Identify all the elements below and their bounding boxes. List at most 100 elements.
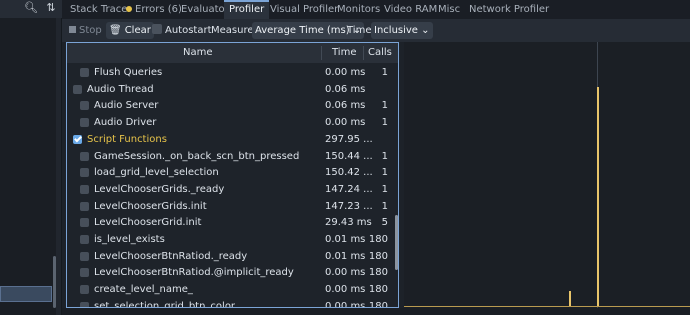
tree-row[interactable]: LevelChooserBtnRatiod.@implicit_ready 0.0… <box>67 265 398 281</box>
tree-row[interactable]: Script Functions 297.95 ... <box>67 132 398 148</box>
row-checkbox[interactable] <box>80 235 89 244</box>
left-dock-list <box>0 18 56 315</box>
row-name: LevelChooserGrids.init <box>94 200 207 212</box>
tab-label: Video RAM <box>384 4 438 15</box>
tree-row[interactable]: Audio Thread 0.06 ms <box>67 82 398 98</box>
time-value: Inclusive <box>374 25 418 36</box>
row-calls: 1 <box>381 167 388 179</box>
row-calls: 1 <box>381 183 388 195</box>
row-name: load_grid_level_selection <box>94 167 219 179</box>
row-name: set_selection_grid_btn_color <box>94 300 236 308</box>
tree-row[interactable]: LevelChooserGrid.init 29.43 ms 5 <box>67 215 398 231</box>
row-checkbox[interactable] <box>80 201 89 211</box>
row-checkbox[interactable] <box>80 184 89 194</box>
checkbox-icon <box>152 24 162 34</box>
row-checkbox[interactable] <box>80 101 89 111</box>
tab-profiler[interactable]: Profiler <box>224 0 270 19</box>
column-divider <box>363 46 364 60</box>
row-name: Audio Driver <box>94 117 157 129</box>
row-calls: 180 <box>368 284 388 296</box>
column-name-header[interactable]: Name <box>183 43 213 63</box>
row-checkbox[interactable] <box>73 84 82 94</box>
row-name: LevelChooserBtnRatiod.@implicit_ready <box>94 267 294 279</box>
sort-icon[interactable]: ⇅ <box>44 1 58 15</box>
stop-icon <box>69 26 76 33</box>
measure-value: Average Time (ms) <box>255 25 350 36</box>
row-name: create_level_name_ <box>94 284 193 296</box>
row-checkbox[interactable] <box>80 168 89 178</box>
tree-row[interactable]: load_grid_level_selection 150.42 ... 1 <box>67 165 398 181</box>
tree-row[interactable]: GameSession._on_back_scn_btn_pressed 150.… <box>67 149 398 165</box>
tab-label: Visual Profiler <box>270 4 339 15</box>
column-divider <box>321 46 322 60</box>
row-time: 0.01 ms <box>325 250 366 262</box>
search-icon[interactable]: 🔍︎ <box>24 1 38 15</box>
row-name: GameSession._on_back_scn_btn_pressed <box>94 150 300 162</box>
profiler-graph[interactable] <box>404 42 690 308</box>
tree-row[interactable]: LevelChooserGrids._ready 147.24 ... 1 <box>67 182 398 198</box>
tree-row[interactable]: LevelChooserGrids.init 147.23 ... 1 <box>67 199 398 215</box>
row-time: 0.00 ms <box>325 67 366 78</box>
row-calls: 180 <box>368 234 388 245</box>
row-checkbox[interactable] <box>80 118 89 128</box>
warning-dot-icon <box>126 6 132 12</box>
row-name: Audio Thread <box>87 83 154 95</box>
tab-monitors[interactable]: Monitors <box>332 0 385 19</box>
graph-bar <box>597 87 599 307</box>
row-calls: 1 <box>381 117 388 129</box>
tree-scrollbar[interactable] <box>395 215 398 270</box>
row-name: Script Functions <box>87 133 167 145</box>
row-time: 147.24 ... <box>325 183 373 195</box>
bottom-strip <box>62 308 690 315</box>
tree-row[interactable]: set_selection_grid_btn_color 0.00 ms 180 <box>67 299 398 308</box>
tab-misc[interactable]: Misc <box>433 0 465 19</box>
tab-network-profiler[interactable]: Network Profiler <box>464 0 554 19</box>
row-name: Flush Queries <box>94 67 163 78</box>
autostart-checkbox[interactable]: Autostart <box>152 22 212 39</box>
row-time: 0.00 ms <box>325 284 366 296</box>
tree-row[interactable]: create_level_name_ 0.00 ms 180 <box>67 282 398 298</box>
row-checkbox[interactable] <box>80 151 89 161</box>
row-calls: 1 <box>381 150 388 162</box>
tab-label: Misc <box>438 4 461 15</box>
row-calls: 1 <box>381 100 388 112</box>
row-checkbox[interactable] <box>80 285 89 295</box>
time-select[interactable]: Inclusive ⌄ <box>371 22 433 39</box>
row-calls: 1 <box>381 200 388 212</box>
row-name: Audio Server <box>94 100 159 112</box>
debugger-tab-bar: Stack Trace Errors (6) Evaluator Profile… <box>62 0 690 19</box>
tree-row[interactable]: Flush Queries 0.00 ms 1 <box>67 65 398 81</box>
clear-button[interactable]: 🗑︎ Clear <box>106 22 154 39</box>
row-checkbox[interactable] <box>80 268 89 278</box>
row-checkbox[interactable] <box>80 251 89 261</box>
left-dock-selected-item[interactable] <box>0 286 52 302</box>
row-name: LevelChooserGrid.init <box>94 217 202 229</box>
row-time: 0.00 ms <box>325 117 366 129</box>
row-time: 0.00 ms <box>325 300 366 308</box>
row-time: 0.00 ms <box>325 267 366 279</box>
tree-row[interactable]: Audio Server 0.06 ms 1 <box>67 98 398 114</box>
row-calls: 180 <box>368 267 388 279</box>
tab-label: Network Profiler <box>469 4 550 15</box>
row-checkbox[interactable] <box>73 134 82 144</box>
profiler-toolbar: Stop 🗑︎ Clear Autostart Measure: Average … <box>62 19 690 42</box>
row-time: 150.42 ... <box>325 167 373 179</box>
profiler-function-tree[interactable]: Name Time Calls Flush Queries 0.00 ms 1 Aud… <box>66 42 399 308</box>
row-time: 150.44 ... <box>325 150 373 162</box>
row-name: LevelChooserGrids._ready <box>94 183 225 195</box>
tab-label: Monitors <box>337 4 381 15</box>
column-calls-header[interactable]: Calls <box>368 43 392 63</box>
tree-row[interactable]: LevelChooserBtnRatiod._ready 0.01 ms 180 <box>67 249 398 265</box>
graph-bar <box>569 291 571 307</box>
column-time-header[interactable]: Time <box>332 43 356 63</box>
clear-icon: 🗑︎ <box>109 25 122 36</box>
row-checkbox[interactable] <box>80 68 89 77</box>
left-dock-scrollbar[interactable] <box>53 256 56 308</box>
row-checkbox[interactable] <box>80 218 89 228</box>
row-time: 297.95 ... <box>325 133 373 145</box>
tree-row[interactable]: Audio Driver 0.00 ms 1 <box>67 115 398 131</box>
left-dock-toolbar: 🔍︎ ⇅ <box>0 0 62 18</box>
stop-button[interactable]: Stop <box>66 22 105 39</box>
tab-label: Stack Trace <box>70 4 128 15</box>
tree-row[interactable]: is_level_exists 0.01 ms 180 <box>67 232 398 248</box>
